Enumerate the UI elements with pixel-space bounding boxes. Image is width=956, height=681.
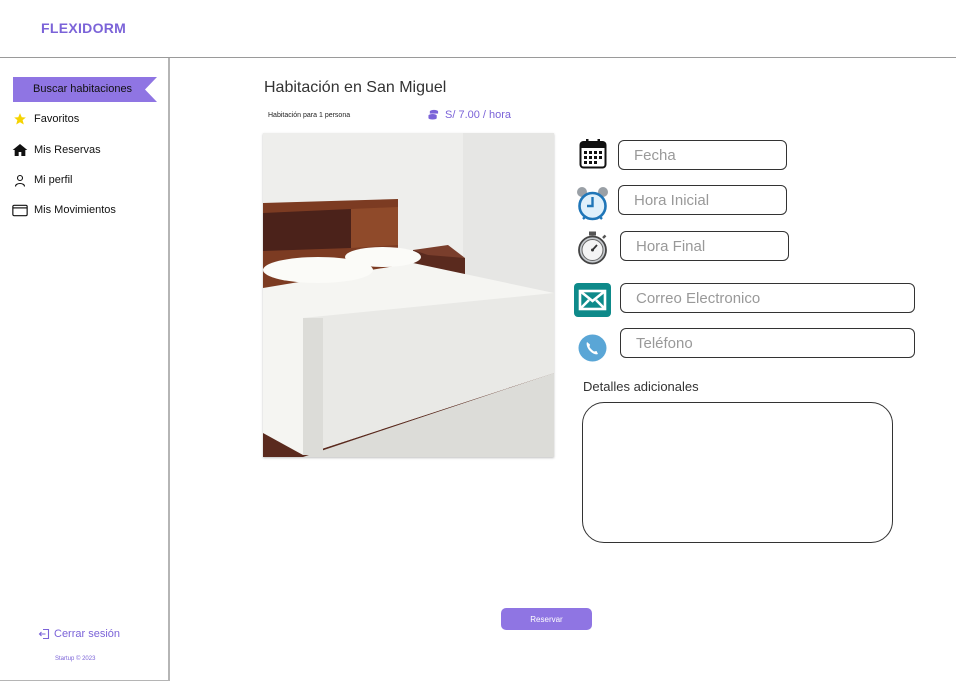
user-icon <box>12 172 28 188</box>
stopwatch-icon <box>575 230 609 265</box>
alarm-clock-icon <box>575 185 609 221</box>
fecha-field[interactable] <box>618 140 787 170</box>
calendar-icon <box>578 137 608 169</box>
sidebar-item-label: Favoritos <box>34 113 80 125</box>
sidebar-item-mi-perfil[interactable]: Mi perfil <box>12 171 73 189</box>
sidebar-item-mis-reservas[interactable]: Mis Reservas <box>12 141 101 159</box>
details-label: Detalles adicionales <box>583 379 699 394</box>
brand-logo[interactable]: FLEXIDORM <box>41 20 126 36</box>
logout-icon <box>38 628 50 640</box>
details-textarea[interactable] <box>595 413 880 533</box>
sidebar-item-buscar-habitaciones[interactable]: Buscar habitaciones <box>13 77 157 102</box>
star-icon <box>12 111 28 127</box>
sidebar-item-mis-movimientos[interactable]: Mis Movimientos <box>12 201 116 219</box>
room-photo <box>263 133 554 457</box>
phone-icon <box>577 333 607 362</box>
sidebar-item-favoritos[interactable]: Favoritos <box>12 110 79 128</box>
room-capacity: Habitación para 1 persona <box>268 112 351 119</box>
details-box[interactable] <box>582 402 893 543</box>
hora-final-field[interactable] <box>620 231 789 261</box>
page-title: Habitación en San Miguel <box>264 79 447 96</box>
hora-inicial-input[interactable] <box>634 186 781 214</box>
room-price: S/ 7.00 / hora <box>428 109 511 121</box>
sidebar-item-label: Buscar habitaciones <box>33 83 133 95</box>
reservar-button[interactable]: Reservar <box>501 608 592 630</box>
sidebar-item-label: Mis Reservas <box>34 144 101 156</box>
hora-final-input[interactable] <box>636 232 783 260</box>
price-label: S/ 7.00 / hora <box>445 109 512 121</box>
home-icon <box>12 142 28 158</box>
mail-icon <box>574 283 611 317</box>
sidebar-item-label: Mis Movimientos <box>34 204 116 216</box>
coins-icon <box>428 109 440 121</box>
sidebar: Buscar habitaciones Favoritos Mis Reserv… <box>0 58 170 681</box>
sidebar-item-label: Mi perfil <box>34 174 73 186</box>
correo-input[interactable] <box>636 284 909 312</box>
footer-copyright: Startup © 2023 <box>55 656 96 662</box>
telefono-field[interactable] <box>620 328 915 358</box>
logout-link[interactable]: Cerrar sesión <box>38 628 120 640</box>
fecha-input[interactable] <box>634 141 781 169</box>
wallet-icon <box>12 202 28 218</box>
logout-label: Cerrar sesión <box>54 628 121 640</box>
telefono-input[interactable] <box>636 329 909 357</box>
top-header: FLEXIDORM <box>0 0 956 58</box>
correo-field[interactable] <box>620 283 915 313</box>
hora-inicial-field[interactable] <box>618 185 787 215</box>
